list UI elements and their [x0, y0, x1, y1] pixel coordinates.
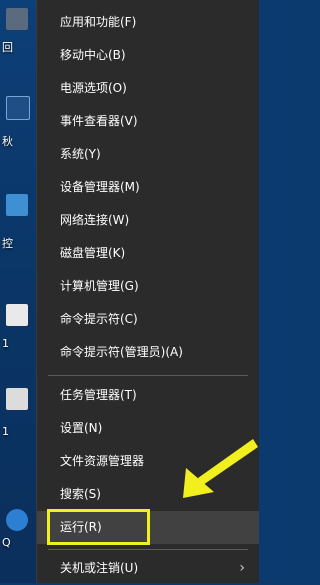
- annotation-arrow-icon: [183, 439, 258, 498]
